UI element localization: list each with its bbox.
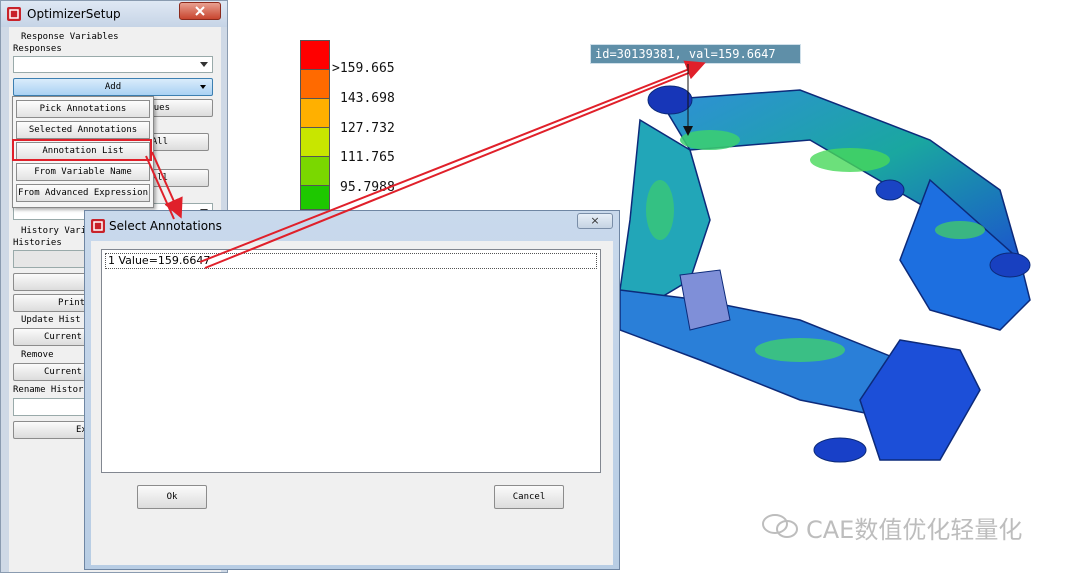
legend-swatch-4: [300, 156, 330, 186]
rename-history-label: Rename Histor: [13, 385, 84, 395]
history-variables-label: History Vari: [21, 226, 87, 236]
annotation-listbox[interactable]: 1 Value=159.6647: [101, 249, 601, 473]
menu-item-pick-annotations[interactable]: Pick Annotations: [16, 100, 150, 118]
add-button[interactable]: Add: [13, 78, 213, 96]
add-button-label: Add: [104, 82, 122, 92]
responses-label: Responses: [13, 44, 62, 54]
response-variables-label: Response Variables: [21, 32, 119, 42]
model-viewport[interactable]: [600, 60, 1080, 480]
remove-label: Remove: [21, 350, 54, 360]
select-annotations-dialog: Select Annotations × 1 Value=159.6647 Ok…: [84, 210, 620, 570]
legend-label-0: >159.665: [332, 61, 395, 76]
select-annotations-title: Select Annotations: [109, 219, 222, 233]
app-icon: [7, 7, 21, 21]
app-icon: [91, 219, 105, 233]
annotation-callout[interactable]: id=30139381, val=159.6647: [590, 44, 801, 64]
optimizer-setup-titlebar[interactable]: OptimizerSetup: [1, 1, 227, 27]
menu-item-selected-annotations[interactable]: Selected Annotations: [16, 121, 150, 139]
close-icon: [195, 6, 205, 16]
close-icon: ×: [590, 214, 600, 227]
legend-label-3: 111.765: [340, 150, 395, 165]
annotation-list-highlight: [12, 139, 152, 161]
update-history-label: Update Hist: [21, 315, 81, 325]
list-item[interactable]: 1 Value=159.6647: [105, 253, 597, 269]
cancel-button[interactable]: Cancel: [494, 485, 564, 509]
menu-item-from-variable-name[interactable]: From Variable Name: [16, 163, 150, 181]
subframe-model: [619, 85, 1031, 463]
chevron-down-icon: [200, 62, 208, 67]
legend-label-2: 127.732: [340, 121, 395, 136]
close-button[interactable]: [179, 2, 221, 20]
dialog-close-button[interactable]: ×: [577, 213, 613, 229]
histories-label: Histories: [13, 238, 62, 248]
legend-swatch-2: [300, 98, 330, 128]
optimizer-setup-title: OptimizerSetup: [27, 7, 121, 21]
ok-button[interactable]: Ok: [137, 485, 207, 509]
menu-item-from-advanced-expression[interactable]: From Advanced Expression: [16, 184, 150, 202]
legend-swatch-5: [300, 185, 330, 210]
legend-swatch-3: [300, 127, 330, 157]
legend-swatch-1: [300, 69, 330, 99]
dropdown-arrow-icon: [200, 85, 206, 89]
wechat-icon: [762, 514, 798, 538]
legend-label-1: 143.698: [340, 91, 395, 106]
legend-swatch-0: [300, 40, 330, 70]
select-annotations-body: 1 Value=159.6647 Ok Cancel: [91, 241, 613, 565]
responses-dropdown[interactable]: [13, 56, 213, 73]
watermark-text: CAE数值优化轻量化: [806, 516, 1023, 544]
legend-label-4: 95.7988: [340, 180, 395, 195]
